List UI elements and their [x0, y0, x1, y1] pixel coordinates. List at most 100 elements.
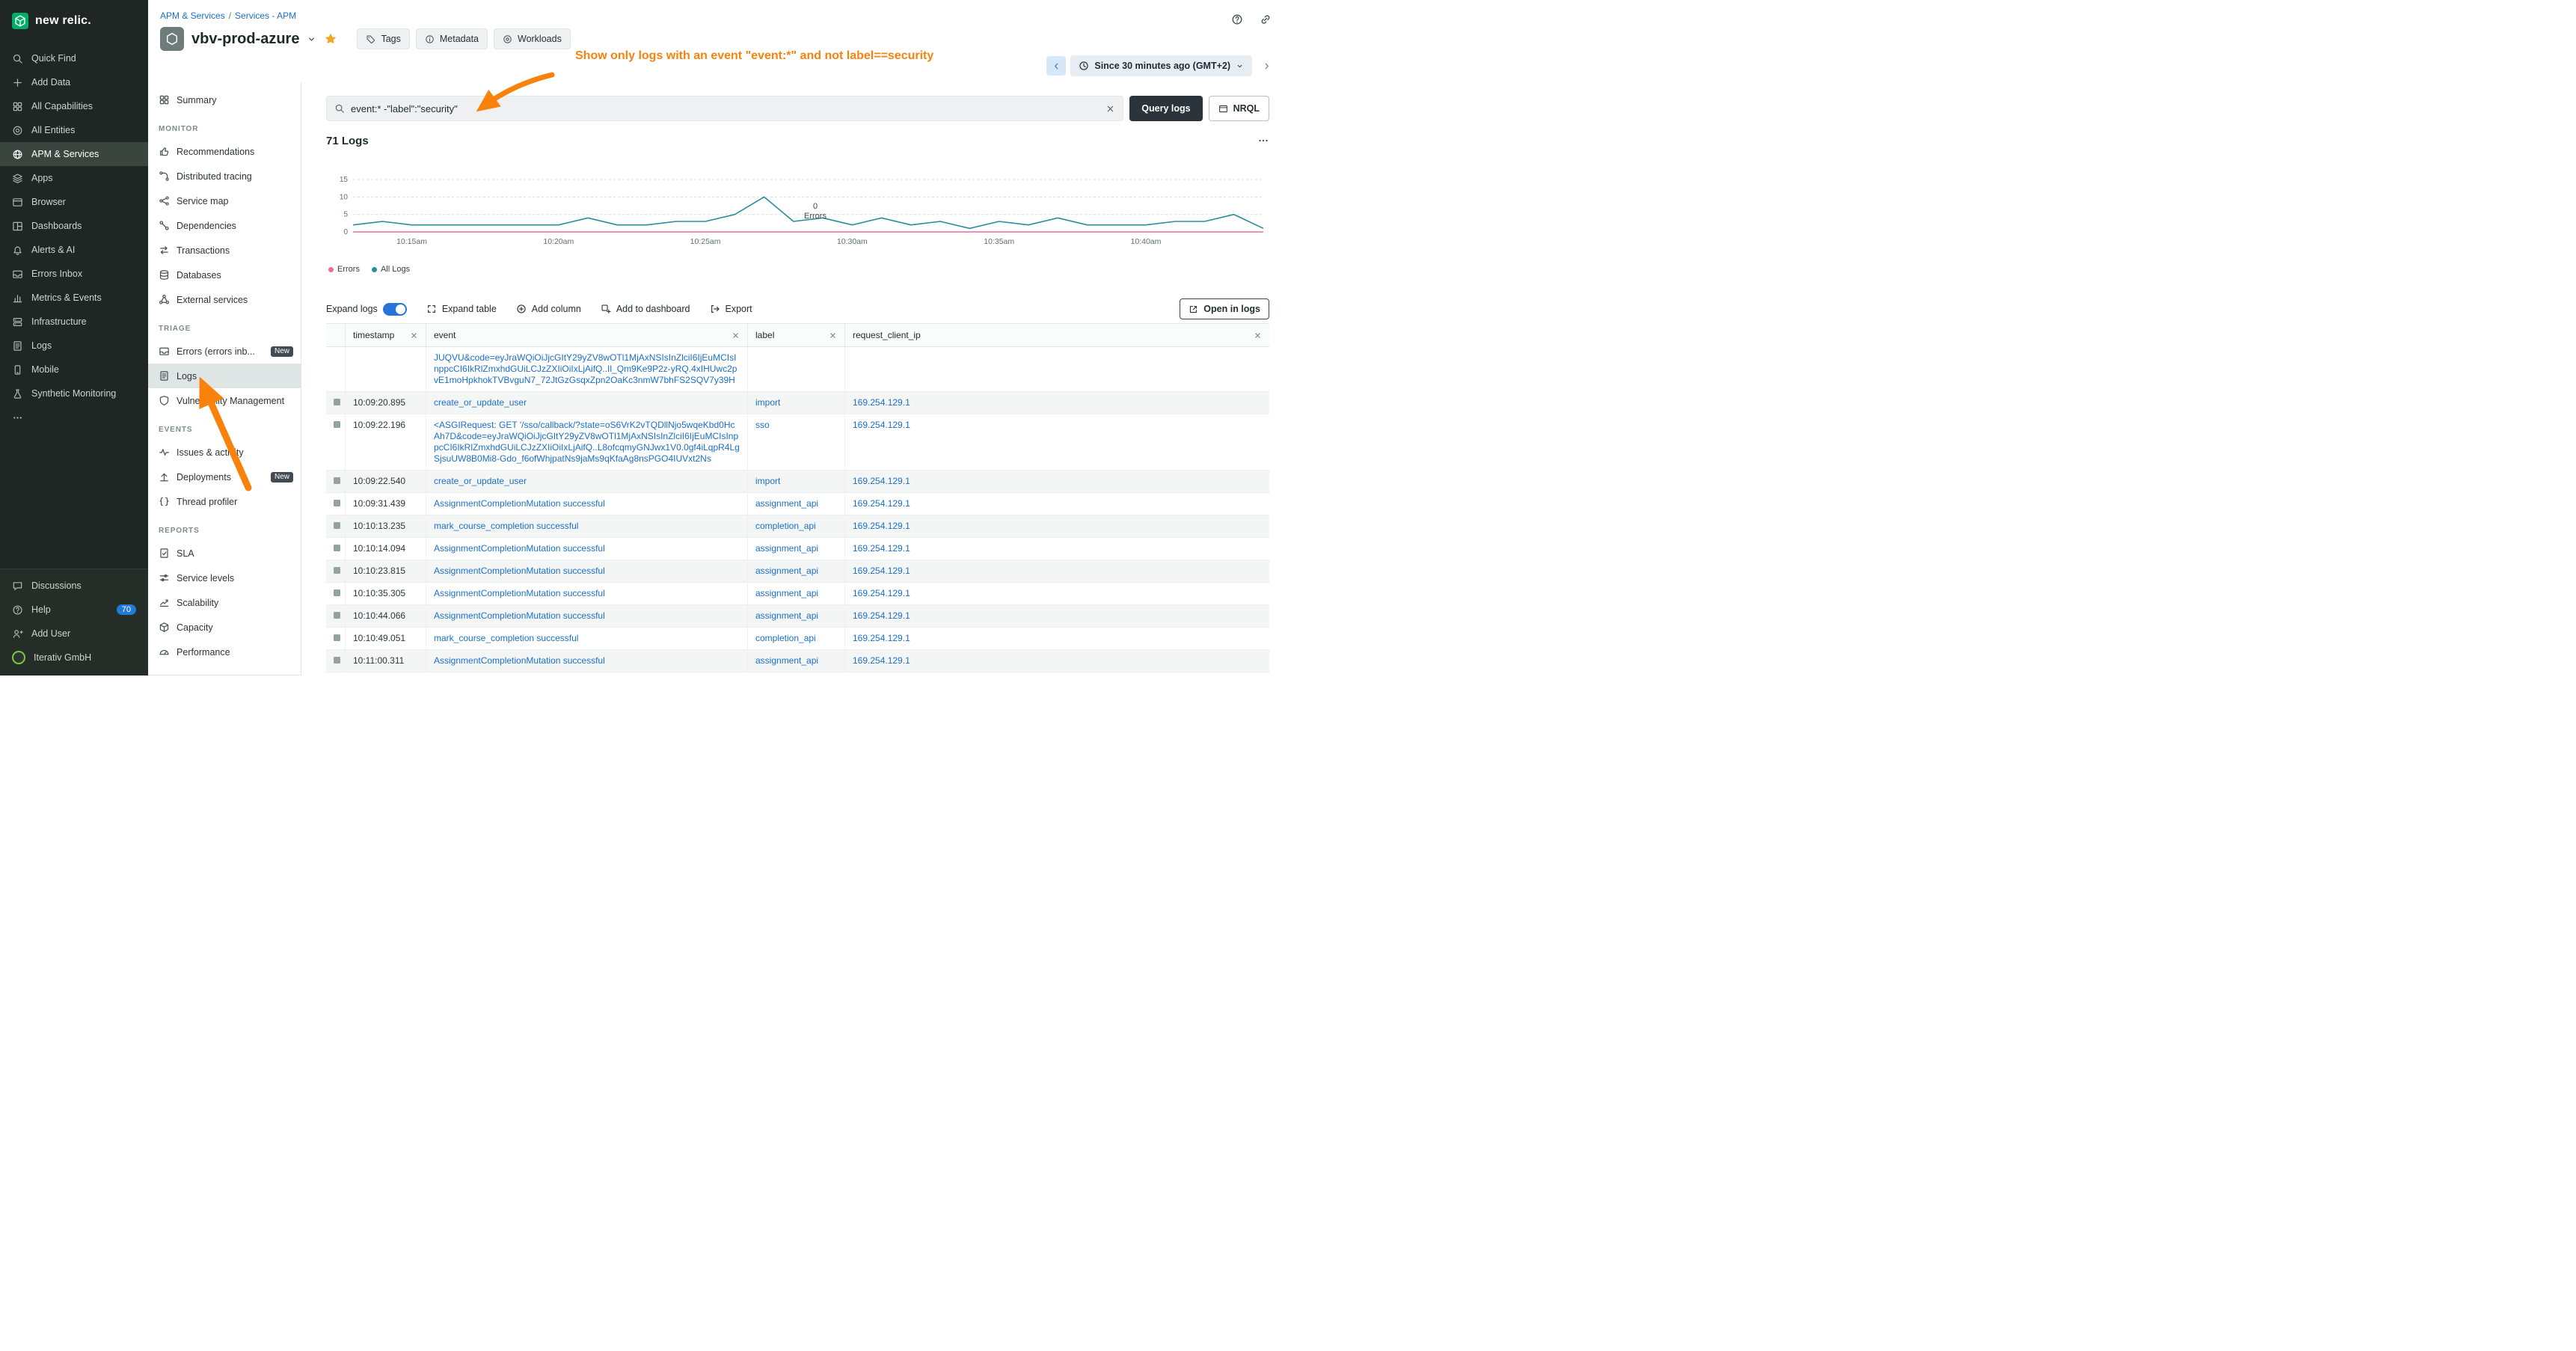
row-checkbox[interactable] — [334, 399, 340, 405]
sidebar-item-add-data[interactable]: Add Data — [0, 70, 148, 94]
sidebar-item-quick-find[interactable]: Quick Find — [0, 46, 148, 70]
label-link[interactable]: assignment_api — [755, 588, 837, 599]
entity-dropdown-chevron-icon[interactable] — [307, 34, 316, 44]
sidebar-item-thread-profiler[interactable]: Thread profiler — [148, 489, 301, 514]
sidebar-item-recommendations[interactable]: Recommendations — [148, 139, 301, 164]
sidebar-item-transactions[interactable]: Transactions — [148, 238, 301, 263]
sidebar-item-metrics-events[interactable]: Metrics & Events — [0, 286, 148, 310]
add-column-button[interactable]: Add column — [516, 304, 581, 314]
sidebar-item-apm-services[interactable]: APM & Services — [0, 142, 148, 166]
label-link[interactable]: assignment_api — [755, 610, 837, 622]
event-link[interactable]: AssignmentCompletionMutation successful — [434, 566, 740, 577]
sidebar-item-account[interactable]: Iterativ GmbH — [0, 646, 148, 670]
event-link[interactable]: <ASGIRequest: GET '/sso/callback/?state=… — [434, 420, 740, 465]
log-query-input[interactable] — [351, 103, 1100, 114]
sidebar-item-distributed-tracing[interactable]: Distributed tracing — [148, 164, 301, 189]
ip-link[interactable]: 169.254.129.1 — [853, 476, 1262, 487]
ip-link[interactable]: 169.254.129.1 — [853, 610, 1262, 622]
sidebar-item-mobile[interactable]: Mobile — [0, 358, 148, 382]
time-forward-button[interactable] — [1257, 56, 1276, 76]
ip-link[interactable]: 169.254.129.1 — [853, 588, 1262, 599]
label-link[interactable]: import — [755, 397, 837, 408]
ip-link[interactable]: 169.254.129.1 — [853, 655, 1262, 667]
label-link[interactable]: assignment_api — [755, 566, 837, 577]
row-checkbox[interactable] — [334, 500, 340, 506]
sidebar-item-discussions[interactable]: Discussions — [0, 574, 148, 598]
sidebar-item-scalability[interactable]: Scalability — [148, 590, 301, 615]
time-range-picker[interactable]: Since 30 minutes ago (GMT+2) — [1070, 55, 1252, 76]
row-checkbox[interactable] — [334, 634, 340, 641]
sidebar-item-infrastructure[interactable]: Infrastructure — [0, 310, 148, 334]
row-checkbox[interactable] — [334, 522, 340, 529]
ip-link[interactable]: 169.254.129.1 — [853, 566, 1262, 577]
sidebar-item-issues-activity[interactable]: Issues & activity — [148, 440, 301, 465]
sidebar-item-errors-inbox-entity[interactable]: Errors (errors inb...New — [148, 339, 301, 364]
sidebar-item-performance[interactable]: Performance — [148, 640, 301, 664]
event-link[interactable]: AssignmentCompletionMutation successful — [434, 543, 740, 554]
remove-column-icon[interactable] — [829, 331, 837, 340]
favorite-star-icon[interactable] — [324, 32, 337, 46]
label-link[interactable]: completion_api — [755, 633, 837, 644]
row-checkbox[interactable] — [334, 589, 340, 596]
event-link[interactable]: mark_course_completion successful — [434, 521, 740, 532]
row-checkbox[interactable] — [334, 477, 340, 484]
ip-link[interactable]: 169.254.129.1 — [853, 420, 1262, 431]
sidebar-item-more[interactable] — [0, 405, 148, 429]
row-checkbox[interactable] — [334, 567, 340, 574]
sidebar-item-capacity[interactable]: Capacity — [148, 615, 301, 640]
tags-button[interactable]: Tags — [357, 28, 409, 49]
nrql-button[interactable]: NRQL — [1209, 96, 1269, 121]
event-link[interactable]: AssignmentCompletionMutation successful — [434, 655, 740, 667]
time-back-button[interactable] — [1046, 56, 1066, 76]
sidebar-item-synthetic-monitoring[interactable]: Synthetic Monitoring — [0, 382, 148, 405]
sidebar-item-sla[interactable]: SLA — [148, 541, 301, 566]
query-logs-button[interactable]: Query logs — [1129, 96, 1202, 121]
toggle-switch[interactable] — [383, 303, 407, 316]
remove-column-icon[interactable] — [1254, 331, 1262, 340]
sidebar-item-browser[interactable]: Browser — [0, 190, 148, 214]
remove-column-icon[interactable] — [732, 331, 740, 340]
label-link[interactable]: assignment_api — [755, 543, 837, 554]
label-link[interactable]: assignment_api — [755, 498, 837, 509]
label-link[interactable]: sso — [755, 420, 837, 431]
expand-table-button[interactable]: Expand table — [426, 304, 497, 314]
sidebar-item-apps[interactable]: Apps — [0, 166, 148, 190]
breadcrumb-apm-services[interactable]: APM & Services — [160, 10, 225, 21]
ip-link[interactable]: 169.254.129.1 — [853, 633, 1262, 644]
label-link[interactable]: import — [755, 476, 837, 487]
remove-column-icon[interactable] — [410, 331, 418, 340]
sidebar-item-external-services[interactable]: External services — [148, 287, 301, 312]
ip-link[interactable]: 169.254.129.1 — [853, 397, 1262, 408]
expand-logs-toggle[interactable]: Expand logs — [326, 303, 407, 316]
export-button[interactable]: Export — [710, 304, 752, 314]
event-link[interactable]: AssignmentCompletionMutation successful — [434, 588, 740, 599]
sidebar-item-service-map[interactable]: Service map — [148, 189, 301, 213]
sidebar-item-logs[interactable]: Logs — [0, 334, 148, 358]
breadcrumb-services-apm[interactable]: Services - APM — [235, 10, 296, 21]
label-link[interactable]: completion_api — [755, 521, 837, 532]
clear-query-icon[interactable] — [1105, 104, 1115, 114]
row-checkbox[interactable] — [334, 657, 340, 664]
open-in-logs-button[interactable]: Open in logs — [1180, 298, 1269, 319]
add-to-dashboard-button[interactable]: Add to dashboard — [601, 304, 690, 314]
workloads-button[interactable]: Workloads — [494, 28, 571, 49]
sidebar-item-databases[interactable]: Databases — [148, 263, 301, 287]
row-checkbox[interactable] — [334, 545, 340, 551]
sidebar-item-dashboards[interactable]: Dashboards — [0, 214, 148, 238]
help-button[interactable] — [1227, 9, 1248, 30]
sidebar-item-logs-entity[interactable]: Logs — [148, 364, 301, 388]
sidebar-item-deployments[interactable]: DeploymentsNew — [148, 465, 301, 489]
share-link-button[interactable] — [1255, 9, 1276, 30]
sidebar-item-vulnerability-management[interactable]: Vulnerability Management — [148, 388, 301, 413]
sidebar-item-help[interactable]: Help70 — [0, 598, 148, 622]
event-link[interactable]: AssignmentCompletionMutation successful — [434, 610, 740, 622]
new-relic-logo[interactable]: new relic. — [0, 0, 148, 42]
event-link[interactable]: mark_course_completion successful — [434, 633, 740, 644]
row-checkbox[interactable] — [334, 612, 340, 619]
ip-link[interactable]: 169.254.129.1 — [853, 521, 1262, 532]
sidebar-item-all-capabilities[interactable]: All Capabilities — [0, 94, 148, 118]
sidebar-item-add-user[interactable]: Add User — [0, 622, 148, 646]
sidebar-item-service-levels[interactable]: Service levels — [148, 566, 301, 590]
legend-errors[interactable]: Errors — [328, 265, 360, 274]
event-link[interactable]: create_or_update_user — [434, 476, 740, 487]
